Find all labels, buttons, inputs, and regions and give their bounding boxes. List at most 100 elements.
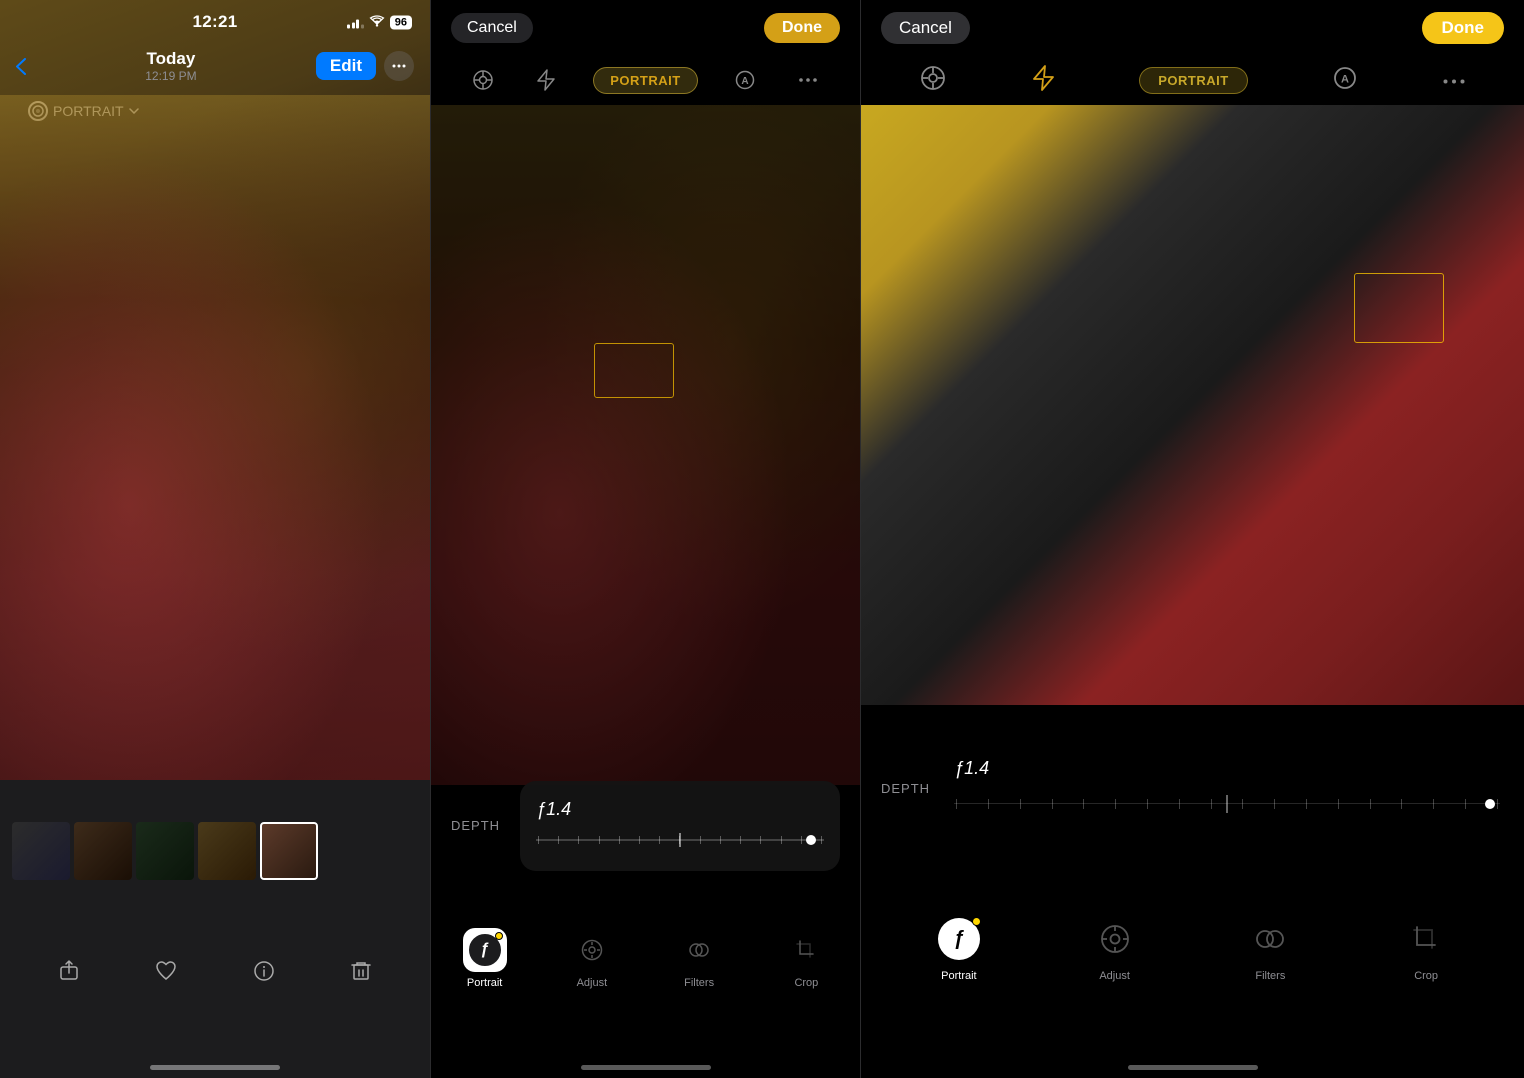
svg-text:A: A bbox=[741, 76, 748, 87]
p3-more-icon bbox=[1443, 79, 1465, 84]
p3-crop-tool[interactable]: Crop bbox=[1401, 914, 1451, 982]
p3-portrait-dot bbox=[972, 917, 981, 926]
nav-right-buttons: Edit bbox=[316, 51, 414, 81]
p3-slider-handle[interactable] bbox=[1485, 799, 1495, 809]
filters-tool-label: Filters bbox=[684, 977, 714, 989]
panel-edit-view: Cancel Done PORTRAIT A bbox=[430, 0, 860, 1078]
p3-crop-label: Crop bbox=[1414, 970, 1438, 982]
thumbnail-4[interactable] bbox=[198, 822, 256, 880]
panel-edit-active: Cancel Done PORTRAIT A bbox=[860, 0, 1524, 1078]
adjust-tool-label: Adjust bbox=[577, 977, 608, 989]
p3-depth-slider[interactable] bbox=[954, 789, 1500, 819]
depth-slider[interactable] bbox=[536, 828, 824, 852]
p3-face-focus bbox=[1354, 273, 1444, 343]
done-button[interactable]: Done bbox=[764, 13, 840, 43]
edit-tools-bar: PORTRAIT A bbox=[431, 55, 860, 105]
crop-tool-item[interactable]: Crop bbox=[784, 928, 828, 989]
nav-bar: Today 12:19 PM Edit bbox=[0, 44, 430, 88]
more-button[interactable] bbox=[384, 51, 414, 81]
crop-icon bbox=[795, 939, 817, 961]
aperture-icon bbox=[472, 69, 494, 91]
p3-done-button[interactable]: Done bbox=[1422, 12, 1505, 44]
signal-icon bbox=[347, 16, 364, 28]
p3-adjust-label: Adjust bbox=[1099, 970, 1130, 982]
aperture-tool-button[interactable] bbox=[467, 64, 499, 96]
thumbnail-5-selected[interactable] bbox=[260, 822, 318, 880]
edit-button[interactable]: Edit bbox=[316, 52, 376, 80]
p3-tools-bar: PORTRAIT A bbox=[861, 55, 1524, 105]
portrait-f-icon: ƒ bbox=[467, 932, 503, 968]
panel-photo-viewer: 12:21 96 Today bbox=[0, 0, 430, 1078]
p3-photo-area bbox=[861, 105, 1524, 705]
info-button[interactable] bbox=[252, 959, 276, 983]
p3-portrait-tool-icon[interactable]: ƒ bbox=[934, 914, 984, 964]
p3-auto-icon: A bbox=[1333, 66, 1357, 90]
p3-filters-label: Filters bbox=[1255, 970, 1285, 982]
p3-more-button[interactable] bbox=[1443, 71, 1465, 89]
depth-label: DEPTH bbox=[451, 818, 500, 833]
depth-panel: DEPTH ƒ1.4 bbox=[431, 768, 860, 883]
p3-portrait-pill[interactable]: PORTRAIT bbox=[1139, 67, 1247, 94]
p3-adjust-tool[interactable]: Adjust bbox=[1090, 914, 1140, 982]
adjust-tool-item[interactable]: Adjust bbox=[570, 928, 614, 989]
home-indicator bbox=[150, 1065, 280, 1070]
p3-bottom-bar: ƒ Portrait Adjust bbox=[861, 898, 1524, 998]
status-icons: 96 bbox=[347, 15, 412, 30]
slider-handle[interactable] bbox=[806, 835, 816, 845]
lightning-icon bbox=[536, 69, 556, 91]
adjust-tool-icon[interactable] bbox=[570, 928, 614, 972]
photo-edit-area bbox=[431, 105, 860, 785]
p3-filters-icon-wrap[interactable] bbox=[1245, 914, 1295, 964]
wifi-icon bbox=[369, 15, 385, 30]
battery-icon: 96 bbox=[390, 15, 412, 29]
depth-control[interactable]: ƒ1.4 bbox=[520, 781, 840, 871]
auto-icon: A bbox=[735, 70, 755, 90]
p3-adjust-icon-wrap[interactable] bbox=[1090, 914, 1140, 964]
share-button[interactable] bbox=[57, 959, 81, 983]
face-focus-indicator bbox=[594, 343, 674, 398]
lightning-tool-button[interactable] bbox=[530, 64, 562, 96]
auto-tool-button[interactable]: A bbox=[729, 64, 761, 96]
crop-tool-icon[interactable] bbox=[784, 928, 828, 972]
p3-top-bar: Cancel Done bbox=[861, 0, 1524, 55]
slider-center-marker bbox=[679, 833, 681, 847]
portrait-tool-item[interactable]: ƒ Portrait bbox=[463, 928, 507, 989]
more-tool-button[interactable] bbox=[792, 64, 824, 96]
adjust-icon bbox=[581, 939, 603, 961]
p3-crop-icon-wrap[interactable] bbox=[1401, 914, 1451, 964]
thumbnail-1[interactable] bbox=[12, 822, 70, 880]
filters-tool-icon[interactable] bbox=[677, 928, 721, 972]
thumbnail-3[interactable] bbox=[136, 822, 194, 880]
share-icon bbox=[57, 959, 81, 983]
favorites-button[interactable] bbox=[154, 959, 178, 983]
portrait-dot bbox=[495, 932, 503, 940]
cancel-button[interactable]: Cancel bbox=[451, 13, 533, 43]
p3-lightning-button[interactable] bbox=[1032, 65, 1054, 96]
p3-photo bbox=[861, 105, 1524, 705]
delete-icon bbox=[349, 959, 373, 983]
p3-filters-icon bbox=[1254, 923, 1286, 955]
edit-top-bar: Cancel Done bbox=[431, 0, 860, 55]
p3-auto-button[interactable]: A bbox=[1333, 66, 1357, 95]
portrait-tool-icon[interactable]: ƒ bbox=[463, 928, 507, 972]
nav-title-group: Today 12:19 PM bbox=[145, 49, 196, 83]
p3-portrait-f-icon: ƒ bbox=[938, 918, 980, 960]
status-time: 12:21 bbox=[193, 12, 238, 32]
nav-subtitle: 12:19 PM bbox=[145, 69, 196, 83]
thumbnail-2[interactable] bbox=[74, 822, 132, 880]
portrait-pill[interactable]: PORTRAIT bbox=[593, 67, 697, 94]
p3-aperture-button[interactable] bbox=[920, 65, 946, 96]
filters-tool-item[interactable]: Filters bbox=[677, 928, 721, 989]
nav-title: Today bbox=[145, 49, 196, 69]
delete-button[interactable] bbox=[349, 959, 373, 983]
photo-area bbox=[0, 0, 430, 780]
p3-depth-control[interactable]: ƒ1.4 bbox=[950, 758, 1504, 819]
p3-portrait-tool[interactable]: ƒ Portrait bbox=[934, 914, 984, 982]
portrait-tool-label: Portrait bbox=[467, 977, 502, 989]
p3-portrait-label: Portrait bbox=[941, 970, 976, 982]
p3-cancel-button[interactable]: Cancel bbox=[881, 12, 970, 44]
p3-slider-center-marker bbox=[1226, 795, 1228, 813]
p3-filters-tool[interactable]: Filters bbox=[1245, 914, 1295, 982]
back-button[interactable] bbox=[16, 58, 26, 75]
filters-icon bbox=[688, 939, 710, 961]
